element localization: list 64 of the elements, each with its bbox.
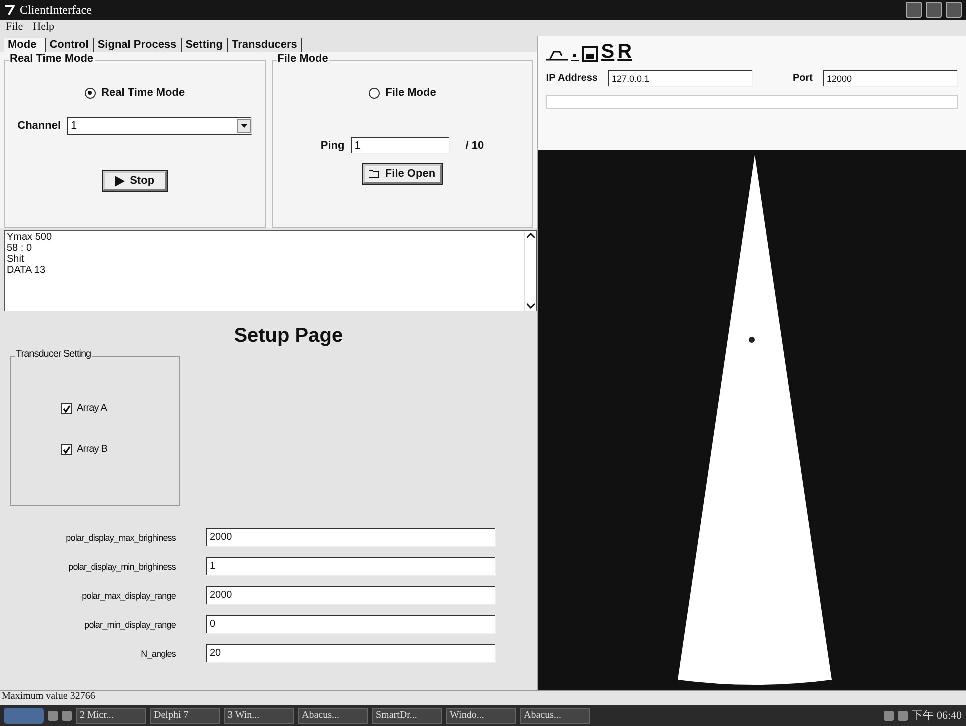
radio-option[interactable]: File Mode (368, 87, 436, 99)
taskbar-button[interactable]: Abacus... (298, 708, 368, 724)
param-field[interactable]: 2000 (206, 528, 496, 547)
checkbox-option[interactable]: Array B (61, 444, 179, 455)
param-label: polar_min_display_range (84, 620, 176, 630)
log-line: Shit (7, 254, 26, 265)
menu-item[interactable]: Help (33, 21, 55, 35)
caret-icon (240, 124, 248, 128)
param-field[interactable]: 2000 (206, 586, 496, 605)
tab[interactable]: Mode (4, 38, 46, 52)
param-field[interactable]: 20 (206, 644, 496, 663)
ping-label: Ping (320, 140, 345, 152)
page-heading: Setup Page (234, 325, 344, 348)
ping-field[interactable]: 1 (350, 137, 450, 154)
minimize-button[interactable] (906, 2, 922, 18)
param-label: polar_display_max_brighiness (65, 532, 176, 542)
port-field[interactable]: 12000 (823, 70, 958, 87)
folder-icon (369, 170, 380, 178)
check-icon (62, 446, 70, 454)
text-field[interactable] (546, 95, 958, 109)
menu-item[interactable]: File (6, 21, 24, 35)
tray-icon[interactable] (898, 710, 908, 720)
ip-label: IP Address (546, 73, 598, 84)
log-line: Ymax 500 (7, 232, 54, 243)
param-label: N_angles (140, 648, 176, 658)
start-button[interactable] (4, 708, 44, 724)
maximize-button[interactable] (926, 2, 942, 18)
ping-total: / 10 (466, 140, 484, 152)
group-title: Transducer Setting (15, 349, 92, 360)
taskbar-button[interactable]: Delphi 7 (150, 708, 220, 724)
log-line: DATA 13 (7, 265, 47, 276)
save-icon[interactable] (582, 46, 598, 62)
log-line: 58 : 0 (7, 243, 34, 254)
param-field[interactable]: 0 (206, 615, 496, 634)
toolbar-button[interactable]: R (618, 42, 632, 62)
file-open-button[interactable]: File Open (363, 164, 442, 184)
taskbar-button[interactable]: SmartDr... (372, 708, 442, 724)
clock: 下午 06:40 (912, 709, 962, 723)
group-title: File Mode (276, 53, 330, 65)
param-label: polar_max_display_range (81, 590, 176, 600)
window-title: ClientInterface (20, 2, 93, 18)
play-icon (115, 176, 126, 186)
group-title: Real Time Mode (9, 53, 95, 65)
param-field[interactable]: 1 (206, 557, 496, 576)
close-button[interactable] (946, 2, 962, 18)
taskbar-button[interactable]: 3 Win... (224, 708, 294, 724)
channel-label: Channel (18, 120, 62, 132)
tray-icon[interactable] (884, 710, 894, 720)
channel-dropdown[interactable]: 1 (67, 117, 252, 135)
taskbar-button[interactable]: Abacus... (520, 708, 590, 724)
ip-field[interactable]: 127.0.0.1 (608, 70, 753, 87)
check-icon (62, 404, 70, 412)
port-label: Port (793, 73, 813, 84)
scroll-up-icon[interactable] (526, 233, 535, 239)
taskbar-button[interactable]: 2 Micr... (76, 708, 146, 724)
toolbar-button[interactable]: S (601, 42, 615, 62)
radio-option[interactable]: Real Time Mode (84, 87, 186, 99)
param-label: polar_display_min_brighiness (68, 562, 176, 572)
app-icon (4, 4, 16, 16)
taskbar-button[interactable]: Windo... (446, 708, 516, 724)
stop-button[interactable]: Stop (103, 171, 167, 191)
log-area[interactable]: Ymax 500 58 : 0 Shit DATA 13 (4, 230, 538, 311)
checkbox-option[interactable]: Array A (61, 403, 179, 414)
scroll-down-icon[interactable] (526, 303, 535, 309)
